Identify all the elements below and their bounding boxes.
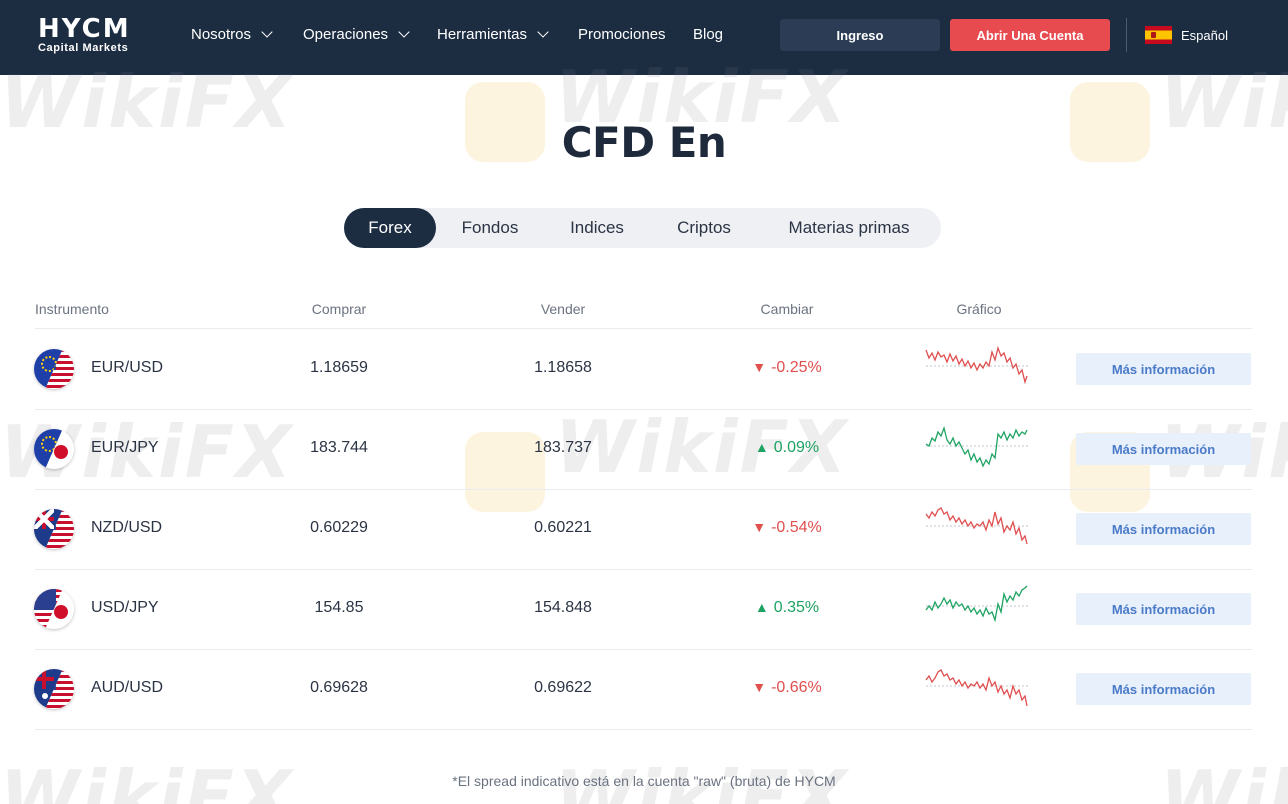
language-selector[interactable]: Español [1145,24,1228,46]
down-arrow-icon: ▼ [752,679,767,695]
sell-price: 0.60221 [534,519,592,536]
currency-pair-flag-icon [34,349,74,389]
nav-label: Blog [693,25,724,43]
spain-flag-icon [1145,26,1172,44]
price-sparkline [925,345,1028,385]
currency-pair-flag-icon [34,509,74,549]
down-arrow-icon: ▼ [752,359,767,375]
instrument-tabs: Forex Fondos Indices Criptos Materias pr… [344,208,941,248]
currency-pair-flag-icon [34,429,74,469]
down-arrow-icon: ▼ [752,519,767,535]
tab-indices[interactable]: Indices [551,208,643,248]
nav-label: Operaciones [303,25,389,43]
column-header-chart: Gráfico [956,301,1002,317]
table-row: EUR/USD 1.18659 1.18658 ▼ -0.25% Más informac… [0,329,1288,409]
price-sparkline [925,425,1028,468]
sell-price: 183.737 [534,439,592,456]
divider [35,729,1252,730]
change-percent: 0.35% [773,599,820,616]
more-info-button[interactable]: Más información [1076,673,1251,705]
tab-materias-primas[interactable]: Materias primas [769,208,929,248]
tab-criptos[interactable]: Criptos [658,208,750,248]
up-arrow-icon: ▲ [754,599,769,615]
more-info-button[interactable]: Más información [1076,353,1251,385]
tab-forex[interactable]: Forex [344,208,436,248]
change-value: ▼ -0.25% [717,359,857,377]
instrument-name: AUD/USD [91,679,164,696]
column-header-instrument: Instrumento [35,301,109,317]
logo-main-text: HYCM [38,14,131,44]
more-info-button[interactable]: Más información [1076,433,1251,465]
nav-item-herramientas[interactable]: Herramientas [437,24,549,44]
top-navigation-bar: HYCM Capital Markets Nosotros Operacione… [0,0,1288,75]
instrument-name: EUR/USD [91,359,164,376]
table-row: EUR/JPY 183.744 183.737 ▲ 0.09% Más informaci… [0,409,1288,489]
currency-pair-flag-icon [34,589,74,629]
language-label: Español [1181,27,1228,43]
buy-price: 1.18659 [310,359,368,376]
nav-item-operaciones[interactable]: Operaciones [303,24,410,44]
chevron-down-icon [537,25,549,38]
spread-footnote: *El spread indicativo está en la cuenta … [452,773,836,789]
instrument-name: USD/JPY [91,599,159,616]
change-value: ▼ -0.54% [717,519,857,537]
buy-price: 154.85 [314,599,364,616]
chevron-down-icon [398,25,410,38]
nav-label: Herramientas [437,25,528,43]
instrument-name: NZD/USD [91,519,163,536]
buy-price: 183.744 [310,439,368,456]
table-row: NZD/USD 0.60229 0.60221 ▼ -0.54% Más informac… [0,489,1288,569]
chevron-down-icon [261,25,273,38]
more-info-button[interactable]: Más información [1076,593,1251,625]
logo-sub-text: Capital Markets [38,42,129,54]
column-header-sell: Vender [540,301,586,317]
up-arrow-icon: ▲ [754,439,769,455]
sell-price: 1.18658 [534,359,592,376]
price-sparkline [925,669,1028,707]
change-percent: -0.54% [771,519,822,536]
tab-fondos[interactable]: Fondos [444,208,536,248]
change-value: ▲ 0.09% [717,439,857,457]
nav-item-blog[interactable]: Blog [693,24,723,44]
nav-label: Promociones [578,25,666,43]
column-header-change: Cambiar [760,301,814,317]
table-row: AUD/USD 0.69628 0.69622 ▼ -0.66% Más informac… [0,649,1288,729]
more-info-button[interactable]: Más información [1076,513,1251,545]
change-percent: 0.09% [773,439,820,456]
buy-price: 0.60229 [310,519,368,536]
page-title: CFD En [561,118,727,167]
buy-price: 0.69628 [310,679,368,696]
table-row: USD/JPY 154.85 154.848 ▲ 0.35% Más informació… [0,569,1288,649]
hycm-logo[interactable]: HYCM Capital Markets [38,16,138,56]
change-value: ▲ 0.35% [717,599,857,617]
currency-pair-flag-icon [34,669,74,709]
sell-price: 0.69622 [534,679,592,696]
instrument-name: EUR/JPY [91,439,159,456]
price-sparkline [925,507,1028,545]
column-header-buy: Comprar [311,301,367,317]
nav-label: Nosotros [191,25,252,43]
login-button[interactable]: Ingreso [780,19,940,51]
nav-item-promociones[interactable]: Promociones [578,24,666,44]
sell-price: 154.848 [534,599,592,616]
nav-item-nosotros[interactable]: Nosotros [191,24,273,44]
change-percent: -0.25% [771,359,822,376]
change-percent: -0.66% [771,679,822,696]
header-divider [1126,18,1127,52]
open-account-button[interactable]: Abrir Una Cuenta [950,19,1110,51]
price-sparkline [925,585,1028,623]
change-value: ▼ -0.66% [717,679,857,697]
